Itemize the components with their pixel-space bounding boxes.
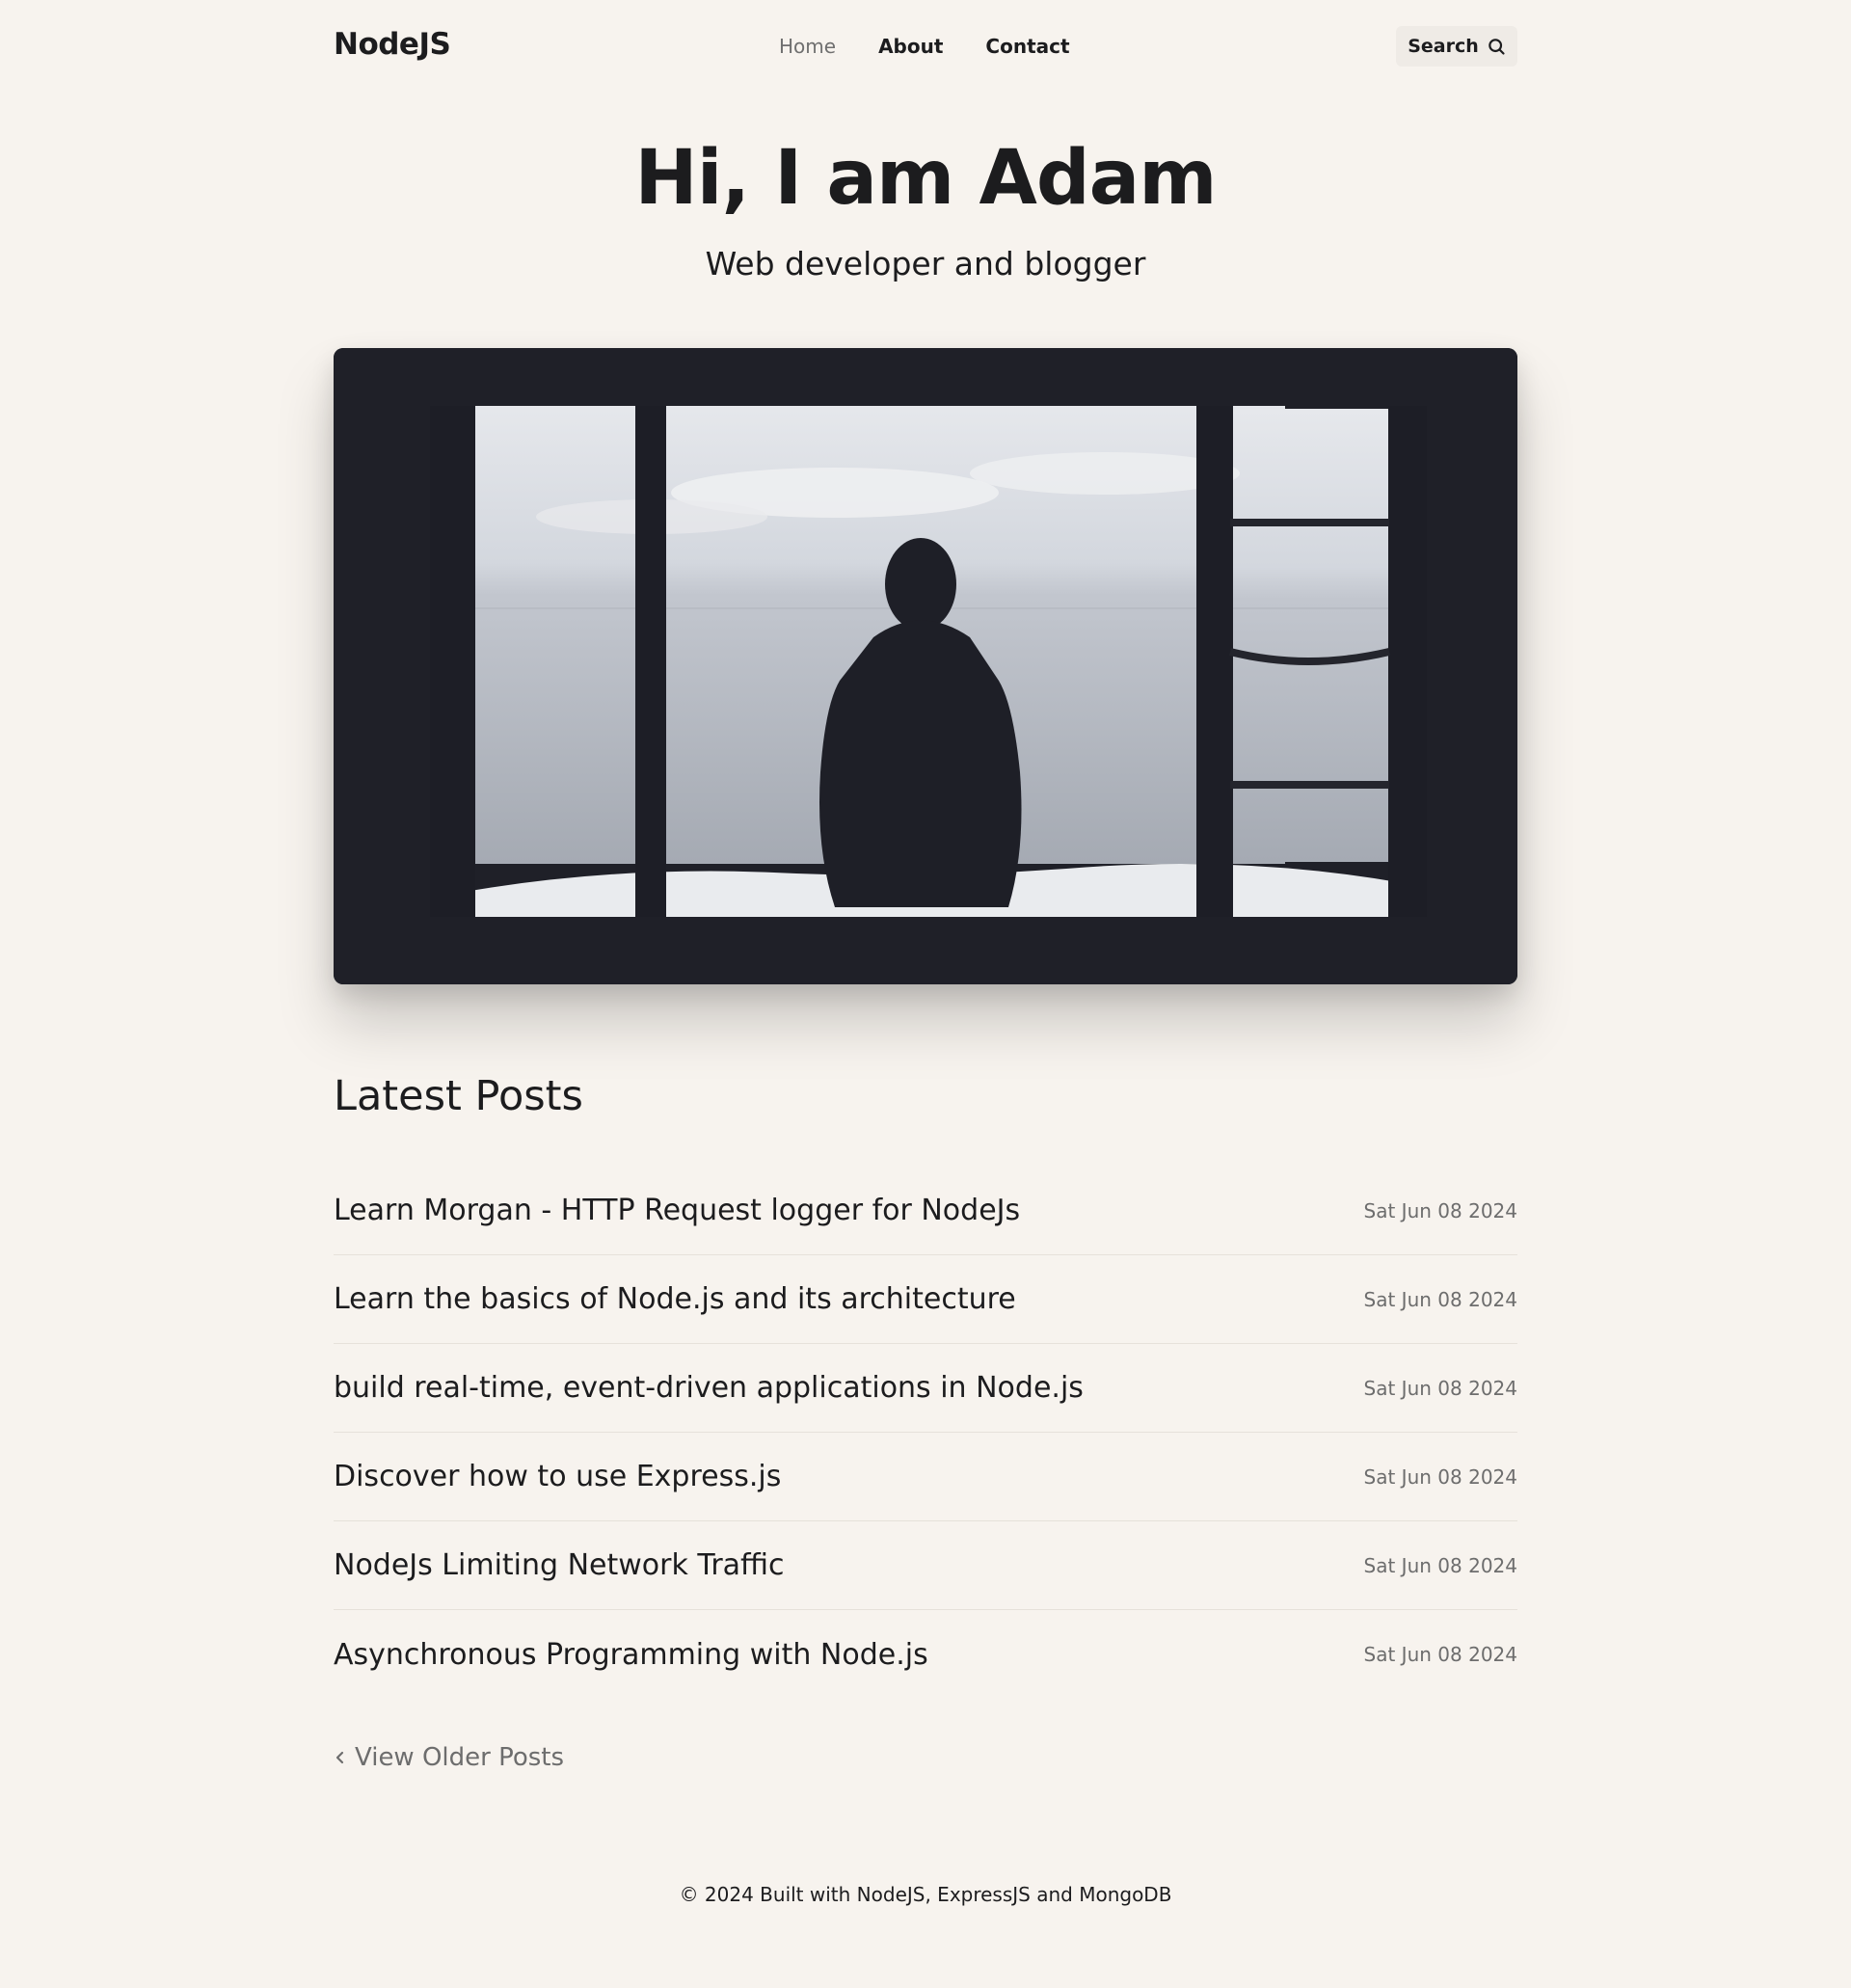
hero-subtitle: Web developer and blogger — [705, 245, 1146, 282]
list-item: Asynchronous Programming with Node.js Sa… — [334, 1610, 1517, 1699]
nav-contact-link[interactable]: Contact — [985, 35, 1069, 58]
post-date: Sat Jun 08 2024 — [1363, 1198, 1517, 1222]
site-header: NodeJS Home About Contact Search — [334, 0, 1517, 93]
search-icon — [1489, 39, 1505, 55]
nav-about-link[interactable]: About — [878, 35, 943, 58]
post-date: Sat Jun 08 2024 — [1363, 1376, 1517, 1400]
post-date: Sat Jun 08 2024 — [1363, 1643, 1517, 1666]
chevron-left-icon — [335, 1751, 344, 1764]
post-title-link[interactable]: Asynchronous Programming with Node.js — [334, 1638, 928, 1672]
list-item: NodeJs Limiting Network Traffic Sat Jun … — [334, 1521, 1517, 1610]
list-item: Learn the basics of Node.js and its arch… — [334, 1255, 1517, 1344]
post-title-link[interactable]: build real-time, event-driven applicatio… — [334, 1371, 1084, 1405]
post-title-link[interactable]: Learn the basics of Node.js and its arch… — [334, 1282, 1016, 1316]
post-date: Sat Jun 08 2024 — [1363, 1464, 1517, 1489]
view-older-posts-link[interactable]: View Older Posts — [334, 1743, 564, 1772]
view-older-posts-label: View Older Posts — [355, 1743, 565, 1772]
latest-posts-heading: Latest Posts — [334, 1072, 583, 1120]
site-logo[interactable]: NodeJS — [334, 27, 451, 62]
post-date: Sat Jun 08 2024 — [1363, 1287, 1517, 1311]
hero-title: Hi, I am Adam — [634, 135, 1217, 222]
nav-home-link[interactable]: Home — [779, 35, 836, 58]
site-footer: © 2024 Built with NodeJS, ExpressJS and … — [679, 1883, 1172, 1906]
hero-image — [334, 348, 1517, 984]
post-title-link[interactable]: Learn Morgan - HTTP Request logger for N… — [334, 1194, 1020, 1227]
list-item: Discover how to use Express.js Sat Jun 0… — [334, 1433, 1517, 1521]
search-button-label: Search — [1408, 36, 1479, 57]
post-date: Sat Jun 08 2024 — [1363, 1553, 1517, 1577]
post-list: Learn Morgan - HTTP Request logger for N… — [334, 1167, 1517, 1699]
main-nav: Home About Contact — [779, 35, 1070, 58]
list-item: build real-time, event-driven applicatio… — [334, 1344, 1517, 1433]
person-at-window-photo — [334, 348, 1517, 984]
search-button[interactable]: Search — [1396, 26, 1517, 67]
list-item: Learn Morgan - HTTP Request logger for N… — [334, 1167, 1517, 1255]
post-title-link[interactable]: NodeJs Limiting Network Traffic — [334, 1548, 785, 1582]
post-title-link[interactable]: Discover how to use Express.js — [334, 1460, 781, 1493]
